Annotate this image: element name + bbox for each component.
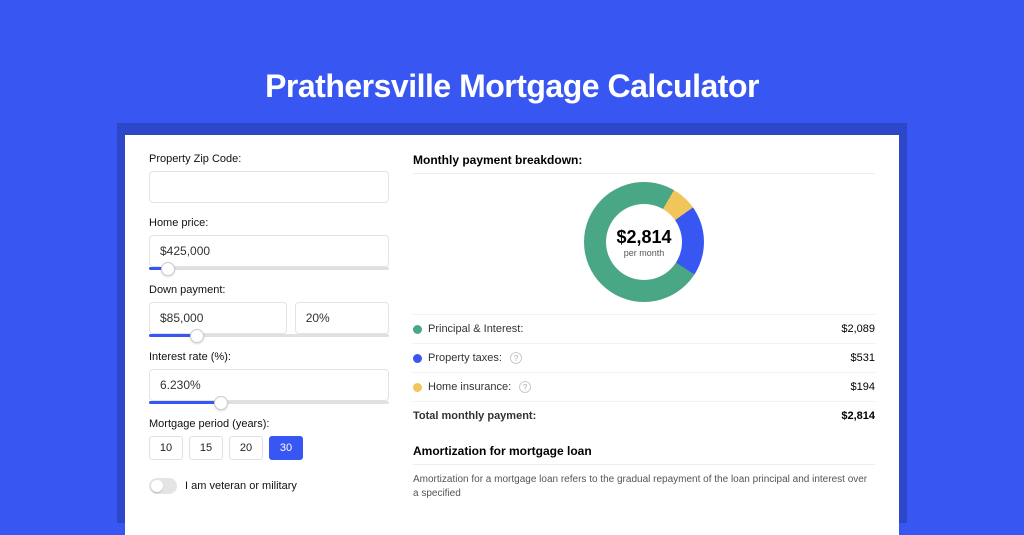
- period-field: Mortgage period (years): 10152030: [149, 418, 389, 460]
- legend-left: Home insurance:?: [413, 381, 531, 393]
- legend-row: Principal & Interest: $2,089: [413, 314, 875, 343]
- legend-left: Principal & Interest:: [413, 323, 523, 335]
- toggle-knob: [151, 480, 163, 492]
- price-slider-thumb[interactable]: [161, 262, 175, 276]
- legend-value: $531: [851, 352, 875, 364]
- help-icon[interactable]: ?: [519, 381, 531, 393]
- veteran-toggle[interactable]: [149, 478, 177, 494]
- down-slider-thumb[interactable]: [190, 329, 204, 343]
- legend-label: Home insurance:: [428, 381, 511, 393]
- legend-value: $2,089: [841, 323, 875, 335]
- period-btn-20[interactable]: 20: [229, 436, 263, 460]
- amort-title: Amortization for mortgage loan: [413, 444, 875, 458]
- calculator-card: Property Zip Code: Home price: Down paym…: [125, 135, 899, 535]
- breakdown-title: Monthly payment breakdown:: [413, 153, 875, 167]
- zip-input[interactable]: [149, 171, 389, 203]
- rate-slider[interactable]: [149, 401, 389, 404]
- down-slider[interactable]: [149, 334, 389, 337]
- legend-label: Principal & Interest:: [428, 323, 523, 335]
- rate-slider-thumb[interactable]: [214, 396, 228, 410]
- period-btn-30[interactable]: 30: [269, 436, 303, 460]
- legend-value: $194: [851, 381, 875, 393]
- down-amount-input[interactable]: [149, 302, 287, 334]
- zip-label: Property Zip Code:: [149, 153, 389, 165]
- donut-wrap: $2,814 per month: [413, 182, 875, 302]
- legend: Principal & Interest: $2,089 Property taxe…: [413, 314, 875, 430]
- price-label: Home price:: [149, 217, 389, 229]
- rate-field: Interest rate (%):: [149, 351, 389, 404]
- legend-row: Home insurance:? $194: [413, 372, 875, 401]
- breakdown-column: Monthly payment breakdown: $2,814 per mo…: [413, 153, 875, 517]
- donut-amount: $2,814: [616, 227, 671, 248]
- amort-text: Amortization for a mortgage loan refers …: [413, 473, 875, 501]
- legend-left: Property taxes:?: [413, 352, 522, 364]
- breakdown-divider: [413, 173, 875, 174]
- veteran-row: I am veteran or military: [149, 478, 389, 494]
- price-slider[interactable]: [149, 267, 389, 270]
- legend-dot: [413, 325, 422, 334]
- rate-label: Interest rate (%):: [149, 351, 389, 363]
- donut-chart: $2,814 per month: [584, 182, 704, 302]
- card-shadow: Property Zip Code: Home price: Down paym…: [117, 123, 907, 523]
- amort-divider: [413, 464, 875, 465]
- legend-label: Property taxes:: [428, 352, 502, 364]
- down-pct-input[interactable]: [295, 302, 389, 334]
- period-buttons: 10152030: [149, 436, 389, 460]
- page-title: Prathersville Mortgage Calculator: [0, 0, 1024, 123]
- zip-field: Property Zip Code:: [149, 153, 389, 203]
- period-label: Mortgage period (years):: [149, 418, 389, 430]
- period-btn-10[interactable]: 10: [149, 436, 183, 460]
- legend-total-value: $2,814: [841, 410, 875, 422]
- legend-row: Property taxes:? $531: [413, 343, 875, 372]
- donut-sub: per month: [624, 248, 665, 258]
- down-label: Down payment:: [149, 284, 389, 296]
- form-column: Property Zip Code: Home price: Down paym…: [149, 153, 389, 517]
- donut-center: $2,814 per month: [606, 204, 682, 280]
- legend-dot: [413, 383, 422, 392]
- period-btn-15[interactable]: 15: [189, 436, 223, 460]
- legend-total-label: Total monthly payment:: [413, 410, 536, 422]
- rate-input[interactable]: [149, 369, 389, 401]
- help-icon[interactable]: ?: [510, 352, 522, 364]
- legend-total-row: Total monthly payment: $2,814: [413, 401, 875, 430]
- price-field: Home price:: [149, 217, 389, 270]
- down-field: Down payment:: [149, 284, 389, 337]
- price-input[interactable]: [149, 235, 389, 267]
- veteran-label: I am veteran or military: [185, 480, 297, 492]
- legend-dot: [413, 354, 422, 363]
- amort-section: Amortization for mortgage loan Amortizat…: [413, 444, 875, 501]
